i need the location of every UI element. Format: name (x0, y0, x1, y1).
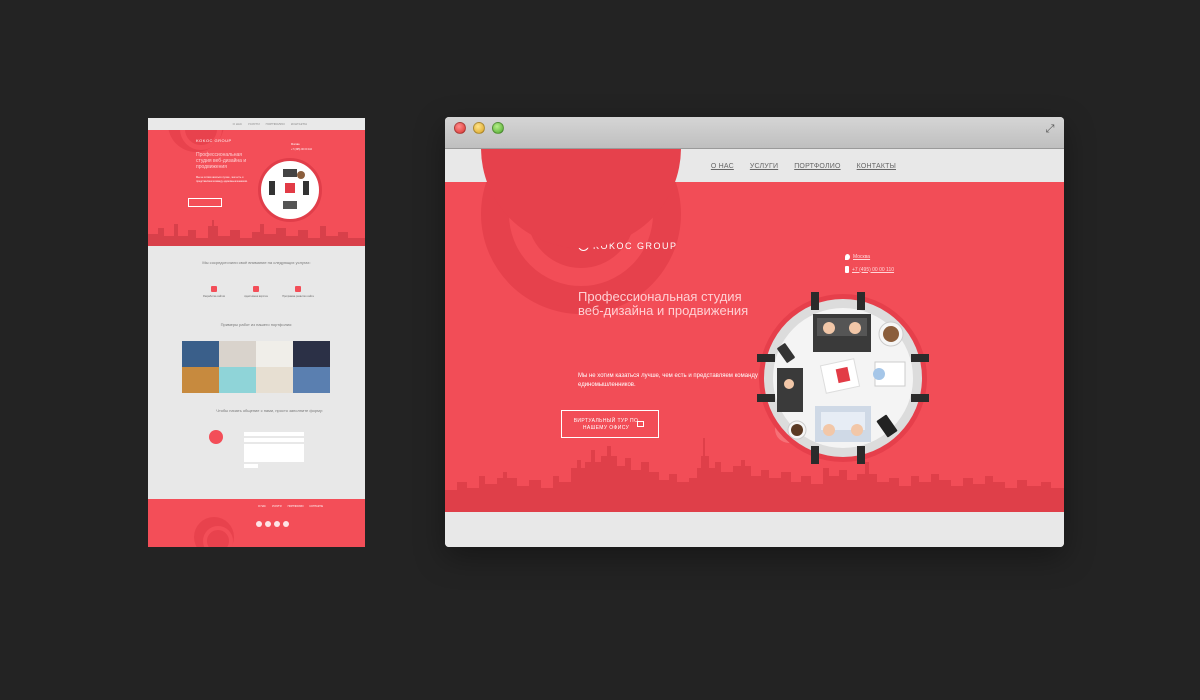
mini-feature: Разработка сайтов (194, 286, 234, 298)
mini-nav-item[interactable]: КОНТАКТЫ (291, 122, 307, 126)
mini-feature: Адаптивная вёрстка (236, 286, 276, 298)
city-skyline (445, 438, 1064, 512)
mini-footer-link[interactable]: О НАС (258, 505, 266, 508)
mini-portfolio-grid (182, 341, 330, 393)
odnoklassniki-icon[interactable] (283, 521, 289, 527)
nav-portfolio[interactable]: ПОРТФОЛИО (794, 163, 840, 170)
minimize-icon[interactable] (473, 122, 485, 134)
tablet-icon (253, 286, 259, 292)
portfolio-thumb[interactable] (256, 367, 293, 393)
nav-services[interactable]: УСЛУГИ (750, 163, 778, 170)
mini-nav-item[interactable]: ПОРТФОЛИО (266, 122, 285, 126)
mini-nav: О НАС УСЛУГИ ПОРТФОЛИО КОНТАКТЫ (233, 122, 307, 126)
mini-message-input[interactable] (244, 444, 304, 462)
mini-headline: Профессиональная студия веб-дизайна и пр… (196, 152, 247, 170)
mini-focus-title: Мы сосредоточили своё внимание на следую… (202, 260, 311, 265)
mini-desk-illustration (258, 158, 322, 222)
mini-footer-link[interactable]: КОНТАКТЫ (310, 505, 324, 508)
mini-social-links (256, 521, 289, 527)
mini-skyline (148, 220, 365, 246)
monitor-icon (211, 286, 217, 292)
mini-footer-ring (194, 517, 234, 547)
mini-contact-form (244, 432, 304, 470)
website-viewport: K KOKOC GROUP Профессиональная студия ве… (445, 149, 1064, 547)
vk-icon[interactable] (265, 521, 271, 527)
portfolio-thumb[interactable] (219, 367, 256, 393)
browser-toolbar: ⤢ (445, 117, 1064, 149)
city-link[interactable]: Москва (853, 254, 870, 260)
mini-cta-button[interactable] (188, 198, 222, 207)
mini-contact-info: Москва +7 (495) 00 00 110 (291, 142, 312, 152)
plane-icon (295, 286, 301, 292)
phone-row[interactable]: +7 (495) 00 00 110 (845, 266, 894, 273)
pencil-icon (209, 430, 223, 444)
nav-contacts[interactable]: КОНТАКТЫ (857, 163, 896, 170)
mini-topbar: О НАС УСЛУГИ ПОРТФОЛИО КОНТАКТЫ (148, 118, 365, 130)
mini-footer-link[interactable]: ПОРТФОЛИО (288, 505, 304, 508)
portfolio-thumb[interactable] (219, 341, 256, 367)
mini-send-button[interactable] (244, 464, 258, 468)
hero-subtext: Мы не хотим казаться лучше, чем есть и п… (578, 373, 758, 388)
facebook-icon[interactable] (256, 521, 262, 527)
portfolio-thumb[interactable] (182, 341, 219, 367)
cup-icon (637, 421, 644, 427)
mini-phone: +7 (495) 00 00 110 (291, 148, 313, 151)
zoom-icon[interactable] (492, 122, 504, 134)
contact-info: Москва +7 (495) 00 00 110 (845, 254, 894, 279)
city-row[interactable]: Москва (845, 254, 894, 260)
nav-about[interactable]: О НАС (711, 163, 734, 170)
mini-email-input[interactable] (244, 438, 304, 442)
mini-feature: Программа развития сайта (278, 286, 318, 298)
portfolio-thumb[interactable] (256, 341, 293, 367)
virtual-tour-label: ВИРТУАЛЬНЫЙ ТУР ПО НАШЕМУ ОФИСУ (573, 418, 639, 431)
portfolio-thumb[interactable] (293, 367, 330, 393)
mini-nav-item[interactable]: О НАС (233, 122, 242, 126)
twitter-icon[interactable] (274, 521, 280, 527)
browser-window: ⤢ K KOKOC GROUP Профессиональная студия … (445, 117, 1064, 547)
portfolio-thumb[interactable] (293, 341, 330, 367)
mini-footer-nav: О НАС УСЛУГИ ПОРТФОЛИО КОНТАКТЫ (258, 505, 323, 508)
next-section (445, 512, 1064, 547)
mini-portfolio-title: Примеры работ из нашего портфолио: (220, 322, 293, 327)
mini-hero: О НАС УСЛУГИ ПОРТФОЛИО КОНТАКТЫ KOKOC GR… (148, 118, 365, 246)
mini-logo: KOKOC GROUP (196, 138, 232, 143)
mini-name-input[interactable] (244, 432, 304, 436)
mini-footer: О НАС УСЛУГИ ПОРТФОЛИО КОНТАКТЫ (148, 499, 365, 547)
full-page-preview: О НАС УСЛУГИ ПОРТФОЛИО КОНТАКТЫ KOKOC GR… (148, 118, 365, 547)
fullscreen-icon[interactable]: ⤢ (1044, 123, 1056, 135)
site-header: О НАС УСЛУГИ ПОРТФОЛИО КОНТАКТЫ (445, 149, 1064, 248)
location-pin-icon (845, 254, 850, 260)
mini-subtext: Мы не хотим казаться лучше, чем есть и п… (196, 176, 248, 183)
mini-contact-title: Чтобы начать общение с нами, просто запо… (216, 408, 323, 413)
phone-icon (845, 266, 849, 273)
phone-link[interactable]: +7 (495) 00 00 110 (852, 267, 894, 273)
mini-nav-item[interactable]: УСЛУГИ (248, 122, 260, 126)
main-nav: О НАС УСЛУГИ ПОРТФОЛИО КОНТАКТЫ (711, 163, 896, 170)
hero-headline: Профессиональная студия веб-дизайна и пр… (578, 289, 749, 318)
portfolio-thumb[interactable] (182, 367, 219, 393)
mini-footer-link[interactable]: УСЛУГИ (272, 505, 282, 508)
close-icon[interactable] (454, 122, 466, 134)
